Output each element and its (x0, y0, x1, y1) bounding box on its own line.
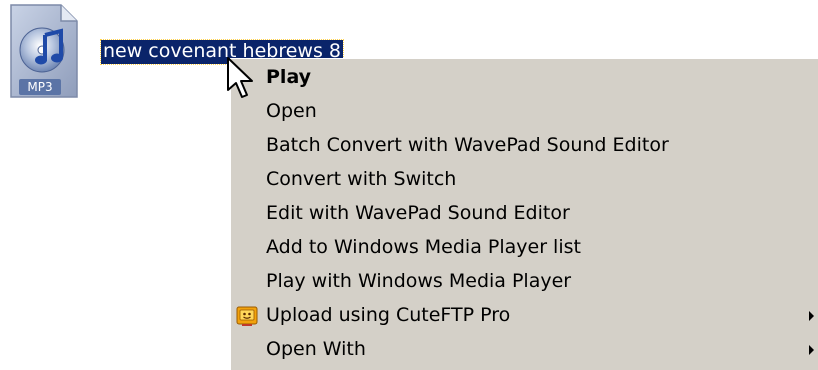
menu-item-add-to-wmp-list[interactable]: Add to Windows Media Player list (230, 230, 818, 264)
menu-item-batch-convert-wavepad[interactable]: Batch Convert with WavePad Sound Editor (230, 128, 818, 162)
menu-item-label: Open (266, 100, 317, 122)
menu-item-label: Open With (266, 338, 366, 360)
menu-item-label: Play with Windows Media Player (266, 270, 572, 292)
menu-item-label: Batch Convert with WavePad Sound Editor (266, 134, 669, 156)
menu-item-play[interactable]: Play (230, 60, 818, 94)
menu-item-label: Upload using CuteFTP Pro (266, 304, 511, 326)
menu-item-label: Add to Windows Media Player list (266, 236, 581, 258)
desktop: MP3 new covenant hebrews 8 Play Open Bat… (0, 0, 818, 370)
context-menu: Play Open Batch Convert with WavePad Sou… (230, 58, 818, 370)
menu-item-label: Convert with Switch (266, 168, 457, 190)
menu-item-upload-cuteftp[interactable]: Upload using CuteFTP Pro (230, 298, 818, 332)
menu-item-label: Edit with WavePad Sound Editor (266, 202, 570, 224)
menu-item-play-with-wmp[interactable]: Play with Windows Media Player (230, 264, 818, 298)
file-type-badge: MP3 (27, 80, 53, 94)
menu-item-open[interactable]: Open (230, 94, 818, 128)
menu-item-convert-with-switch[interactable]: Convert with Switch (230, 162, 818, 196)
submenu-arrow-icon (809, 311, 814, 321)
menu-item-open-with[interactable]: Open With (230, 332, 818, 366)
cuteftp-icon (236, 305, 258, 327)
menu-item-edit-wavepad[interactable]: Edit with WavePad Sound Editor (230, 196, 818, 230)
submenu-arrow-icon (809, 345, 814, 355)
mp3-file-icon[interactable]: MP3 (9, 3, 79, 99)
menu-item-label: Play (266, 66, 312, 88)
mouse-pointer-icon (226, 56, 256, 102)
